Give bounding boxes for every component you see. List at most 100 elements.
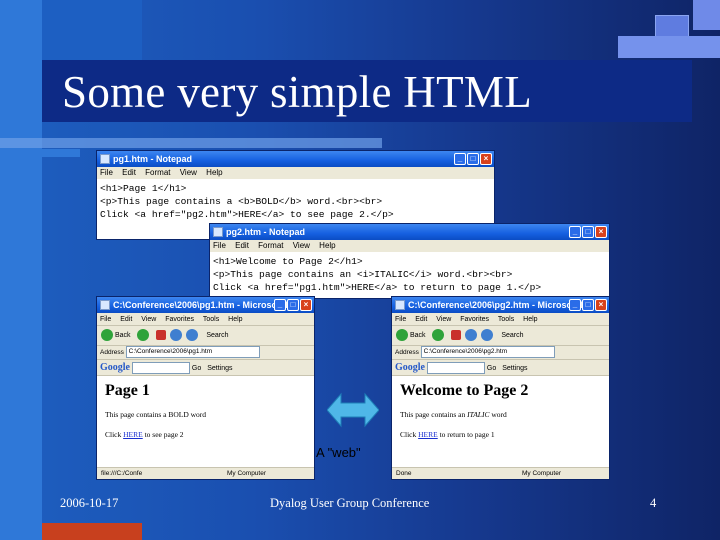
close-icon[interactable]: ×: [595, 226, 607, 238]
minimize-icon[interactable]: _: [569, 299, 581, 311]
notepad-window-pg2: pg2.htm - Notepad _ □ × File Edit Format…: [209, 223, 610, 299]
slide-number: 4: [650, 496, 657, 510]
address-bar: Address C:\Conference\2006\pg2.htm: [392, 346, 609, 360]
page-paragraph: This page contains an ITALIC word: [400, 410, 601, 420]
forward-arrow-icon[interactable]: [136, 329, 149, 342]
page-paragraph: Click HERE to return to page 1: [400, 430, 601, 440]
menu-help[interactable]: Help: [319, 241, 335, 250]
decor-stripe-small: [0, 149, 80, 157]
maximize-icon[interactable]: □: [582, 226, 594, 238]
zone-text: My Computer: [522, 470, 562, 477]
back-arrow-icon[interactable]: [101, 329, 113, 342]
status-bar: file:///C:/Confe My Computer: [97, 467, 314, 479]
menu-favorites[interactable]: Favorites: [165, 316, 194, 323]
code-line: <p>This page contains an <i>ITALIC</i> w…: [213, 269, 513, 280]
minimize-icon[interactable]: _: [569, 226, 581, 238]
close-icon[interactable]: ×: [300, 299, 312, 311]
decor-bar: [618, 36, 720, 58]
slide-title: Some very simple HTML: [62, 67, 532, 117]
editor-text[interactable]: <h1>Page 1</h1> <p>This page contains a <…: [97, 179, 494, 221]
status-text: Done: [396, 470, 412, 477]
maximize-icon[interactable]: □: [287, 299, 299, 311]
forward-arrow-icon[interactable]: [431, 329, 444, 342]
menu-bar: File Edit View Favorites Tools Help: [392, 313, 609, 326]
search-button[interactable]: Search: [206, 332, 228, 339]
here-link[interactable]: HERE: [123, 430, 143, 439]
menu-edit[interactable]: Edit: [120, 316, 132, 323]
menu-view[interactable]: View: [180, 168, 197, 177]
go-button[interactable]: Go: [487, 365, 496, 372]
stop-icon[interactable]: [451, 330, 462, 341]
titlebar[interactable]: C:\Conference\2006\pg1.htm - Microsoft I…: [97, 297, 314, 313]
text: word: [489, 410, 507, 419]
editor-text[interactable]: <h1>Welcome to Page 2</h1> <p>This page c…: [210, 252, 609, 294]
here-link[interactable]: HERE: [418, 430, 438, 439]
menu-help[interactable]: Help: [523, 316, 537, 323]
home-icon[interactable]: [481, 329, 494, 342]
zone-text: My Computer: [227, 470, 267, 477]
titlebar[interactable]: C:\Conference\2006\pg2.htm - Microsoft I…: [392, 297, 609, 313]
address-label: Address: [395, 349, 419, 356]
close-icon[interactable]: ×: [595, 299, 607, 311]
address-input[interactable]: C:\Conference\2006\pg1.htm: [125, 346, 260, 359]
text: to see page 2: [142, 430, 184, 439]
page-heading: Welcome to Page 2: [400, 382, 529, 399]
address-bar: Address C:\Conference\2006\pg1.htm: [97, 346, 314, 360]
menu-format[interactable]: Format: [258, 241, 283, 250]
settings-button[interactable]: Settings: [502, 365, 527, 372]
minimize-icon[interactable]: _: [454, 153, 466, 165]
code-line: Click <a href="pg1.htm">HERE</a> to retu…: [213, 282, 542, 293]
menu-edit[interactable]: Edit: [235, 241, 249, 250]
back-arrow-icon[interactable]: [396, 329, 408, 342]
menu-file[interactable]: File: [213, 241, 226, 250]
page-heading: Page 1: [105, 382, 150, 399]
google-search-input[interactable]: [131, 362, 190, 375]
code-line: Click <a href="pg2.htm">HERE</a> to see …: [100, 209, 394, 220]
status-bar: Done My Computer: [392, 467, 609, 479]
maximize-icon[interactable]: □: [467, 153, 479, 165]
browser-window-pg1: C:\Conference\2006\pg1.htm - Microsoft I…: [96, 296, 315, 480]
menu-help[interactable]: Help: [206, 168, 222, 177]
menu-edit[interactable]: Edit: [122, 168, 136, 177]
back-button[interactable]: Back: [115, 332, 131, 339]
refresh-icon[interactable]: [170, 329, 183, 342]
minimize-icon[interactable]: _: [274, 299, 286, 311]
menu-tools[interactable]: Tools: [498, 316, 514, 323]
maximize-icon[interactable]: □: [582, 299, 594, 311]
ie-icon: [395, 300, 405, 310]
stop-icon[interactable]: [156, 330, 167, 341]
close-icon[interactable]: ×: [480, 153, 492, 165]
menu-favorites[interactable]: Favorites: [460, 316, 489, 323]
menu-help[interactable]: Help: [228, 316, 242, 323]
menu-file[interactable]: File: [395, 316, 406, 323]
google-toolbar: Google Go Settings: [97, 360, 314, 376]
go-button[interactable]: Go: [192, 365, 201, 372]
search-button[interactable]: Search: [501, 332, 523, 339]
refresh-icon[interactable]: [465, 329, 478, 342]
menu-bar: File Edit Format View Help: [97, 167, 494, 179]
menu-file[interactable]: File: [100, 316, 111, 323]
text: to return to page 1: [437, 430, 495, 439]
decor-square: [693, 0, 720, 30]
google-search-input[interactable]: [426, 362, 485, 375]
notepad-icon: [100, 154, 110, 164]
menu-format[interactable]: Format: [145, 168, 170, 177]
home-icon[interactable]: [186, 329, 199, 342]
status-text: file:///C:/Confe: [101, 470, 143, 477]
settings-button[interactable]: Settings: [207, 365, 232, 372]
menu-tools[interactable]: Tools: [203, 316, 219, 323]
footer-text: Dyalog User Group Conference: [270, 496, 430, 510]
back-button[interactable]: Back: [410, 332, 426, 339]
menu-file[interactable]: File: [100, 168, 113, 177]
google-logo: Google: [395, 362, 425, 373]
address-label: Address: [100, 349, 124, 356]
titlebar[interactable]: pg1.htm - Notepad _ □ ×: [97, 151, 494, 167]
address-input[interactable]: C:\Conference\2006\pg2.htm: [420, 346, 555, 359]
menu-view[interactable]: View: [436, 316, 451, 323]
menu-view[interactable]: View: [293, 241, 310, 250]
menu-view[interactable]: View: [141, 316, 156, 323]
page-paragraph: Click HERE to see page 2: [105, 430, 306, 440]
titlebar[interactable]: pg2.htm - Notepad _ □ ×: [210, 224, 609, 240]
menu-edit[interactable]: Edit: [415, 316, 427, 323]
window-title: C:\Conference\2006\pg2.htm - Microsoft I…: [408, 300, 591, 310]
